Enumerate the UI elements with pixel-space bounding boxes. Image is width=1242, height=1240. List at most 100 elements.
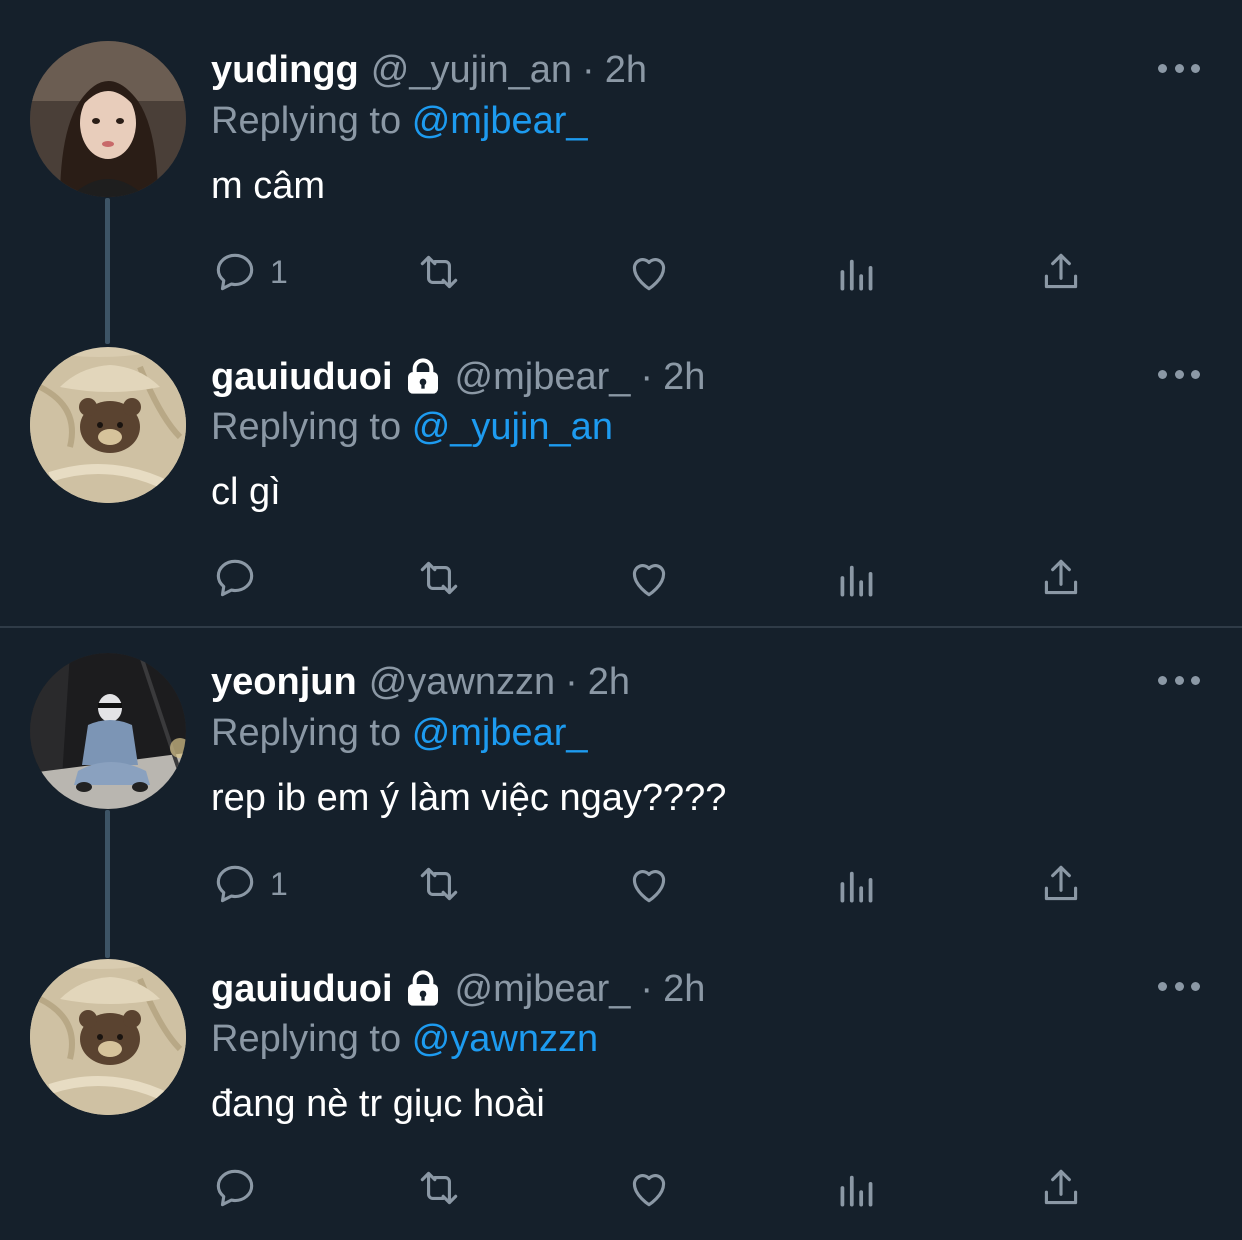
reply-bubble-icon <box>216 1169 254 1207</box>
reply-button[interactable] <box>210 1160 270 1216</box>
avatar-yeonjun[interactable] <box>30 653 186 809</box>
display-name[interactable]: gauiuduoi <box>211 966 393 1012</box>
more-dots-icon[interactable] <box>1158 61 1200 75</box>
tweet-header: gauiuduoi @mjbear_ · 2h <box>211 354 705 400</box>
share-button[interactable] <box>1036 550 1086 606</box>
user-handle[interactable]: @mjbear_ <box>455 966 631 1012</box>
replying-mention-link[interactable]: @mjbear_ <box>412 100 588 142</box>
separator-dot: · <box>565 661 578 703</box>
person-sitting-denim-photo <box>30 653 186 809</box>
retweet-button[interactable] <box>414 1160 464 1216</box>
replying-mention-link[interactable]: @mjbear_ <box>412 712 588 754</box>
replying-prefix: Replying to <box>211 100 402 142</box>
share-button[interactable] <box>1036 244 1086 300</box>
heart-icon <box>632 258 666 291</box>
girl-selfie-photo <box>30 41 186 197</box>
retweet-button[interactable] <box>414 244 464 300</box>
tweet[interactable]: yeonjun @yawnzzn · 2h Replying to @mjbea… <box>0 628 1242 934</box>
timestamp[interactable]: 2h <box>663 966 705 1012</box>
retweet-icon <box>420 867 458 901</box>
heart-icon <box>632 870 666 903</box>
replying-to: Replying to @mjbear_ <box>211 710 588 756</box>
replying-to: Replying to @mjbear_ <box>211 98 588 144</box>
analytics-bars-icon <box>840 1175 873 1207</box>
tweet-text: m câm <box>211 165 325 207</box>
thread-2: yeonjun @yawnzzn · 2h Replying to @mjbea… <box>0 628 1242 1237</box>
action-bar: 1 <box>210 856 1110 912</box>
reply-count: 1 <box>270 253 288 290</box>
more-dots-icon[interactable] <box>1158 367 1200 381</box>
share-upload-icon <box>1044 865 1078 901</box>
replying-mention-link[interactable]: @_yujin_an <box>412 406 613 448</box>
analytics-button[interactable] <box>832 1160 882 1216</box>
lock-icon <box>407 970 438 1006</box>
timestamp[interactable]: 2h <box>663 354 705 400</box>
reply-button[interactable]: 1 <box>210 244 288 300</box>
avatar-yudingg[interactable] <box>30 41 186 197</box>
share-button[interactable] <box>1036 856 1086 912</box>
timestamp[interactable]: 2h <box>588 659 630 705</box>
retweet-icon <box>420 255 458 289</box>
analytics-bars-icon <box>840 565 873 597</box>
like-button[interactable] <box>624 550 674 606</box>
separator-dot: · <box>640 968 654 1010</box>
heart-icon <box>632 1174 666 1207</box>
user-handle[interactable]: @yawnzzn <box>369 659 555 705</box>
action-bar <box>210 550 1110 606</box>
like-button[interactable] <box>624 1160 674 1216</box>
analytics-button[interactable] <box>832 550 882 606</box>
tweet[interactable]: gauiuduoi @mjbear_ · 2h Replying to @yaw… <box>0 934 1242 1240</box>
action-bar <box>210 1160 1110 1216</box>
more-dots-icon[interactable] <box>1158 979 1200 993</box>
tweet[interactable]: gauiuduoi @mjbear_ · 2h Replying to @_yu… <box>0 306 1242 612</box>
replying-to: Replying to @_yujin_an <box>211 404 613 450</box>
display-name[interactable]: gauiuduoi <box>211 354 393 400</box>
tweet-header: yeonjun @yawnzzn · 2h <box>211 659 630 705</box>
display-name[interactable]: yudingg <box>211 47 359 93</box>
retweet-icon <box>420 1171 458 1205</box>
display-name[interactable]: yeonjun <box>211 659 357 705</box>
like-button[interactable] <box>624 856 674 912</box>
reply-button[interactable] <box>210 550 270 606</box>
more-dots-icon[interactable] <box>1158 673 1200 687</box>
share-upload-icon <box>1044 559 1078 595</box>
reply-feed: yudingg @_yujin_an · 2h Replying to @mjb… <box>0 0 1242 1237</box>
analytics-bars-icon <box>840 871 873 903</box>
lock-icon <box>407 358 438 394</box>
user-handle[interactable]: @_yujin_an <box>371 47 572 93</box>
share-upload-icon <box>1044 1169 1078 1205</box>
user-handle[interactable]: @mjbear_ <box>455 354 631 400</box>
avatar-gauiuduoi[interactable] <box>30 347 186 503</box>
separator-dot: · <box>582 49 595 91</box>
tweet-text: cl gì <box>211 471 281 513</box>
replying-prefix: Replying to <box>211 406 402 448</box>
retweet-button[interactable] <box>414 550 464 606</box>
share-button[interactable] <box>1036 1160 1086 1216</box>
teddy-bear-in-blanket-photo <box>30 347 186 503</box>
reply-bubble-icon <box>216 865 254 903</box>
reply-count: 1 <box>270 865 288 902</box>
tweet-header: gauiuduoi @mjbear_ · 2h <box>211 966 705 1012</box>
tweet-text: đang nè tr giục hoài <box>211 1083 545 1125</box>
reply-bubble-icon <box>216 559 254 597</box>
timestamp[interactable]: 2h <box>605 47 647 93</box>
teddy-bear-in-blanket-photo <box>30 959 186 1115</box>
heart-icon <box>632 564 666 597</box>
replying-to: Replying to @yawnzzn <box>211 1016 598 1062</box>
tweet-header: yudingg @_yujin_an · 2h <box>211 47 647 93</box>
replying-mention-link[interactable]: @yawnzzn <box>412 1018 598 1060</box>
retweet-icon <box>420 561 458 595</box>
thread-1: yudingg @_yujin_an · 2h Replying to @mjb… <box>0 0 1242 626</box>
share-upload-icon <box>1044 253 1078 289</box>
avatar-gauiuduoi[interactable] <box>30 959 186 1115</box>
retweet-button[interactable] <box>414 856 464 912</box>
analytics-button[interactable] <box>832 856 882 912</box>
like-button[interactable] <box>624 244 674 300</box>
analytics-bars-icon <box>840 259 873 291</box>
separator-dot: · <box>640 356 654 398</box>
analytics-button[interactable] <box>832 244 882 300</box>
tweet[interactable]: yudingg @_yujin_an · 2h Replying to @mjb… <box>0 0 1242 306</box>
action-bar: 1 <box>210 244 1110 300</box>
reply-bubble-icon <box>216 253 254 291</box>
reply-button[interactable]: 1 <box>210 856 288 912</box>
